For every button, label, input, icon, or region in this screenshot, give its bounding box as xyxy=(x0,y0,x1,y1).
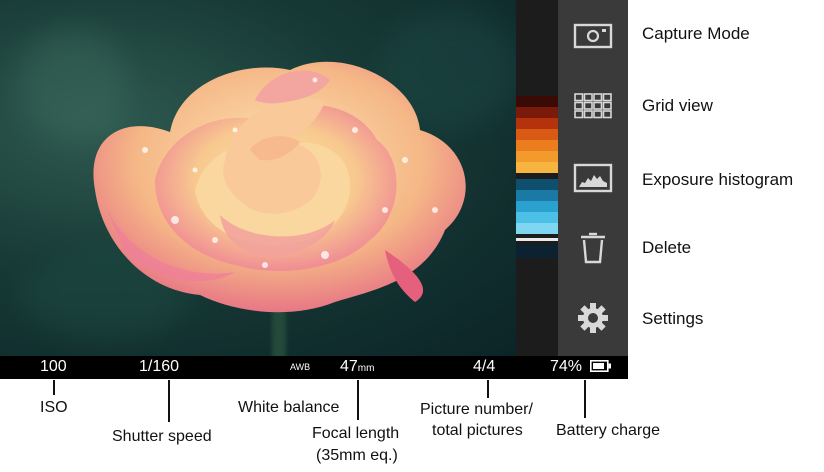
annotation-focal-equivalent: (35mm eq.) xyxy=(316,447,398,464)
exposure-histogram xyxy=(516,96,558,258)
capture-mode-button[interactable] xyxy=(570,16,616,56)
menu-label-delete: Delete xyxy=(642,238,692,257)
grid-icon xyxy=(574,93,612,119)
histogram-band-warm xyxy=(516,140,558,151)
histogram-band-warm xyxy=(516,162,558,173)
annotation-total-pictures: total pictures xyxy=(432,422,523,439)
annotation-focal-length: Focal length xyxy=(312,425,400,442)
histogram-band-warm xyxy=(516,129,558,140)
annotation-shutter-speed: Shutter speed xyxy=(112,428,212,445)
picture-pointer xyxy=(487,380,489,398)
menu-label-capture-mode: Capture Mode xyxy=(642,24,750,43)
rose-image xyxy=(93,61,466,313)
histogram-icon xyxy=(573,163,613,193)
exposure-histogram-button[interactable] xyxy=(570,158,616,198)
focal-pointer xyxy=(357,380,359,420)
gear-icon xyxy=(578,303,608,333)
annotation-picture-number: Picture number/ xyxy=(420,401,533,418)
shutter-speed-value: 1/160 xyxy=(139,358,180,375)
menu-label-grid-view: Grid view xyxy=(642,96,713,115)
iso-value: 100 xyxy=(40,358,67,375)
histogram-band-cool xyxy=(516,223,558,234)
histogram-band-warm xyxy=(516,151,558,162)
battery-icon xyxy=(590,360,611,372)
menu-icon-column xyxy=(558,0,628,356)
settings-button[interactable] xyxy=(570,298,616,338)
delete-button[interactable] xyxy=(570,228,616,268)
histogram-band-warm xyxy=(516,118,558,129)
histogram-band-cool xyxy=(516,190,558,201)
shutter-pointer xyxy=(168,380,170,422)
annotation-battery: Battery charge xyxy=(556,422,661,439)
histogram-band-cool xyxy=(516,179,558,190)
camera-screen: 100 1/160 AWB 47mm 4/4 74% xyxy=(0,0,628,379)
histogram-band-warm xyxy=(516,96,558,107)
picture-counter: 4/4 xyxy=(473,358,496,375)
camera-icon xyxy=(573,23,613,49)
viewfinder-photo xyxy=(0,0,516,356)
menu-label-exposure-histogram: Exposure histogram xyxy=(642,170,794,189)
iso-pointer xyxy=(53,380,55,395)
histogram-band-cool xyxy=(516,201,558,212)
menu-label-settings: Settings xyxy=(642,309,704,328)
annotation-white-balance: White balance xyxy=(238,399,340,416)
annotation-iso: ISO xyxy=(40,399,68,416)
battery-pointer xyxy=(584,380,586,418)
focal-length-value: 47mm xyxy=(340,358,375,375)
histogram-band-cool xyxy=(516,212,558,223)
battery-percent: 74% xyxy=(550,358,583,375)
status-bar: 100 1/160 AWB 47mm 4/4 74% xyxy=(0,356,628,379)
trash-icon xyxy=(581,232,605,264)
grid-view-button[interactable] xyxy=(570,86,616,126)
white-balance-value: AWB xyxy=(290,362,311,372)
histogram-band-warm xyxy=(516,107,558,118)
